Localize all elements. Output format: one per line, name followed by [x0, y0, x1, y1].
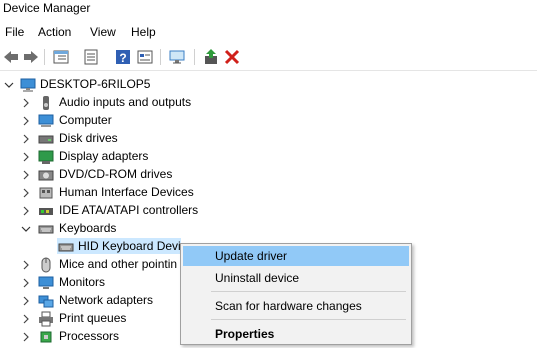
forward-icon[interactable]: [22, 48, 40, 66]
tree-item-label: Keyboards: [59, 221, 117, 235]
ide-icon: [38, 203, 54, 219]
chevron-right-icon[interactable]: [20, 96, 32, 110]
list-icon[interactable]: [82, 48, 100, 66]
menu-item-scan-hardware[interactable]: Scan for hardware changes: [183, 296, 409, 316]
tree-item-label: Computer: [59, 113, 112, 127]
menu-divider: [211, 291, 406, 292]
properties-grid-icon[interactable]: [52, 48, 70, 66]
display-icon: [38, 149, 54, 165]
chevron-right-icon[interactable]: [20, 114, 32, 128]
tree-root-label: DESKTOP-6RILOP5: [40, 77, 151, 91]
tree-item-label: Network adapters: [59, 293, 154, 307]
tree-item-audio[interactable]: Audio inputs and outputs: [0, 94, 300, 112]
tree-item-label: Display adapters: [59, 149, 149, 163]
computer-icon: [38, 113, 54, 129]
mouse-icon: [38, 257, 54, 273]
tree-item-hid-keyboard[interactable]: HID Keyboard Devic: [0, 238, 200, 256]
toolbar: ?: [0, 44, 537, 71]
tree-item-label: Human Interface Devices: [59, 185, 194, 199]
toolbar-separator: [194, 49, 195, 65]
tree-item-dvd-drives[interactable]: DVD/CD-ROM drives: [0, 166, 300, 184]
menu-action[interactable]: Action: [38, 25, 71, 39]
menu-item-uninstall-device[interactable]: Uninstall device: [183, 268, 409, 288]
tree-item-mice[interactable]: Mice and other pointin: [0, 256, 180, 274]
tree-item-label: Print queues: [59, 311, 127, 325]
chevron-down-icon[interactable]: [3, 78, 15, 92]
processor-icon: [38, 329, 54, 345]
tree-item-keyboards[interactable]: Keyboards: [0, 220, 300, 238]
help-icon[interactable]: ?: [114, 48, 132, 66]
tree-item-label: DVD/CD-ROM drives: [59, 167, 173, 181]
menu-item-update-driver[interactable]: Update driver: [183, 246, 409, 266]
scan-icon[interactable]: [168, 48, 186, 66]
tree-item-human-interface-devices[interactable]: Human Interface Devices: [0, 184, 300, 202]
menu-file[interactable]: File: [5, 25, 24, 39]
menu-item-label: Uninstall device: [215, 271, 300, 285]
menu-bar: File Action View Help: [0, 22, 537, 42]
toolbar-separator: [160, 49, 161, 65]
chevron-right-icon[interactable]: [20, 150, 32, 164]
tree-item-label: Disk drives: [59, 131, 118, 145]
context-menu: Update driver Uninstall device Scan for …: [180, 243, 412, 345]
disk-icon: [38, 131, 54, 147]
tree-item-label: Audio inputs and outputs: [59, 95, 192, 109]
chevron-right-icon[interactable]: [20, 186, 32, 200]
update-driver-icon[interactable]: [202, 48, 220, 66]
tree-item-label: Mice and other pointin: [59, 257, 178, 271]
menu-item-label: Scan for hardware changes: [215, 299, 362, 313]
printer-icon: [38, 311, 54, 327]
tree-item-monitors[interactable]: Monitors: [0, 274, 180, 292]
window-title: Device Manager: [3, 1, 91, 15]
chevron-right-icon[interactable]: [20, 294, 32, 308]
computer-icon: [20, 77, 36, 93]
tree-item-processors[interactable]: Processors: [0, 328, 180, 346]
monitor-icon: [38, 275, 54, 291]
hid-icon: [38, 185, 54, 201]
chevron-right-icon[interactable]: [20, 168, 32, 182]
tree-item-label: IDE ATA/ATAPI controllers: [59, 203, 199, 217]
tree-item-computer[interactable]: Computer: [0, 112, 300, 130]
keyboard-icon: [58, 239, 74, 255]
view-icon[interactable]: [136, 48, 154, 66]
chevron-right-icon[interactable]: [20, 132, 32, 146]
dvd-icon: [38, 167, 54, 183]
title-bar: Device Manager: [0, 0, 537, 20]
menu-divider: [211, 319, 406, 320]
tree-item-display-adapters[interactable]: Display adapters: [0, 148, 300, 166]
chevron-right-icon[interactable]: [20, 204, 32, 218]
tree-item-label: Monitors: [59, 275, 106, 289]
chevron-right-icon[interactable]: [20, 258, 32, 272]
menu-item-properties[interactable]: Properties: [183, 324, 409, 344]
tree-item-print-queues[interactable]: Print queues: [0, 310, 180, 328]
chevron-right-icon[interactable]: [20, 312, 32, 326]
menu-help[interactable]: Help: [131, 25, 156, 39]
network-icon: [38, 293, 54, 309]
chevron-down-icon[interactable]: [20, 222, 32, 236]
uninstall-icon[interactable]: [223, 48, 241, 66]
tree-root[interactable]: DESKTOP-6RILOP5: [0, 76, 200, 94]
speaker-icon: [38, 95, 54, 111]
tree-item-ide-controllers[interactable]: IDE ATA/ATAPI controllers: [0, 202, 300, 220]
tree-item-disk-drives[interactable]: Disk drives: [0, 130, 300, 148]
tree-item-network-adapters[interactable]: Network adapters: [0, 292, 180, 310]
menu-item-label: Update driver: [215, 249, 288, 263]
back-icon[interactable]: [2, 48, 20, 66]
tree-item-label: Processors: [59, 329, 120, 343]
menu-view[interactable]: View: [90, 25, 116, 39]
tree-item-label: HID Keyboard Devic: [78, 239, 187, 253]
chevron-right-icon[interactable]: [20, 276, 32, 290]
keyboard-icon: [38, 221, 54, 237]
menu-item-label: Properties: [215, 327, 275, 341]
toolbar-separator: [44, 49, 45, 65]
svg-text:?: ?: [119, 51, 126, 65]
